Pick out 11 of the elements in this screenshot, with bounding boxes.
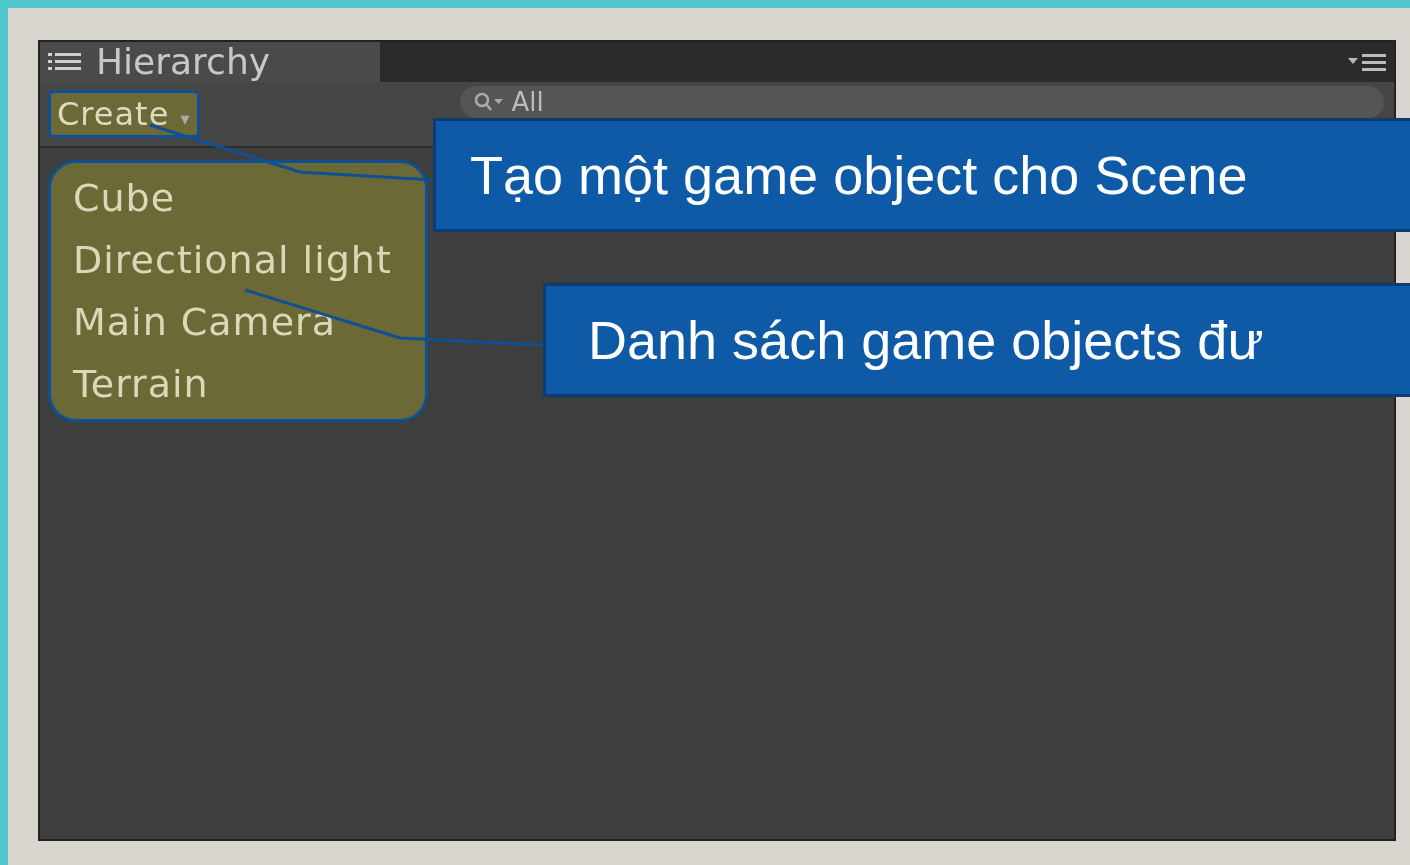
hierarchy-tab[interactable]: Hierarchy <box>40 42 380 82</box>
tab-title: Hierarchy <box>96 43 270 81</box>
hierarchy-item[interactable]: Terrain <box>73 353 403 415</box>
list-icon <box>48 51 82 73</box>
hierarchy-item[interactable]: Cube <box>73 167 403 229</box>
search-field[interactable]: All <box>459 86 1384 118</box>
callout-label: Tạo một game object cho Scene <box>433 118 1410 232</box>
callout-label: Danh sách game objects đư <box>543 283 1410 397</box>
hierarchy-item[interactable]: Main Camera <box>73 291 403 353</box>
create-dropdown-button[interactable]: Create ▾ <box>48 90 200 138</box>
hierarchy-item[interactable]: Directional light <box>73 229 403 291</box>
